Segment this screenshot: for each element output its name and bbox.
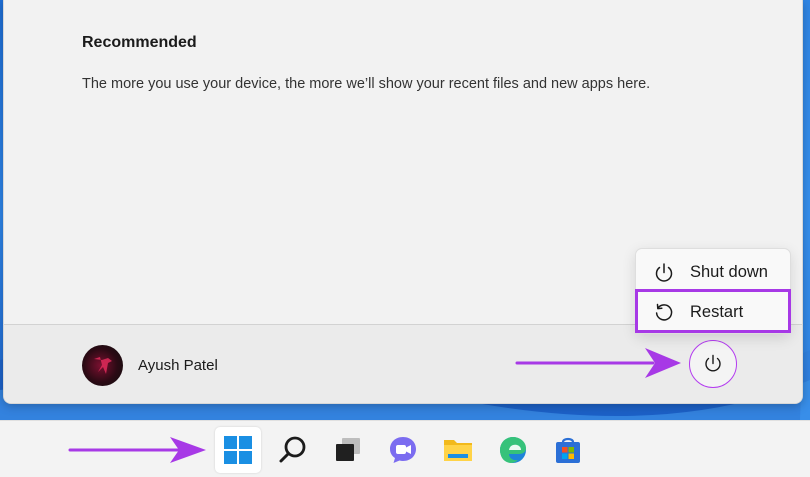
arrow-to-power-button — [515, 348, 681, 378]
taskbar-search-button[interactable] — [270, 427, 316, 473]
shut-down-menu-item[interactable]: Shut down — [636, 252, 792, 292]
taskbar-task-view-button[interactable] — [325, 427, 371, 473]
edge-icon — [500, 437, 526, 463]
taskbar-start-button[interactable] — [215, 427, 261, 473]
restart-highlight-box — [635, 289, 791, 333]
recommended-title: Recommended — [82, 34, 197, 51]
avatar[interactable] — [82, 345, 123, 386]
folder-icon — [444, 440, 472, 461]
recommended-description: The more you use your device, the more w… — [82, 76, 651, 92]
task-view-icon — [336, 438, 360, 461]
taskbar-chat-button[interactable] — [380, 427, 426, 473]
windows-logo-icon — [224, 436, 252, 464]
shut-down-label: Shut down — [690, 262, 768, 281]
arrow-to-start-button — [68, 437, 206, 463]
store-icon — [556, 437, 580, 463]
teams-chat-icon — [390, 437, 416, 463]
search-icon — [279, 436, 306, 463]
taskbar-store-button[interactable] — [545, 427, 591, 473]
power-icon — [655, 263, 673, 282]
user-name[interactable]: Ayush Patel — [138, 357, 218, 374]
power-icon — [705, 354, 721, 372]
taskbar-file-explorer-button[interactable] — [435, 427, 481, 473]
power-button[interactable] — [689, 340, 737, 388]
taskbar-edge-button[interactable] — [490, 427, 536, 473]
